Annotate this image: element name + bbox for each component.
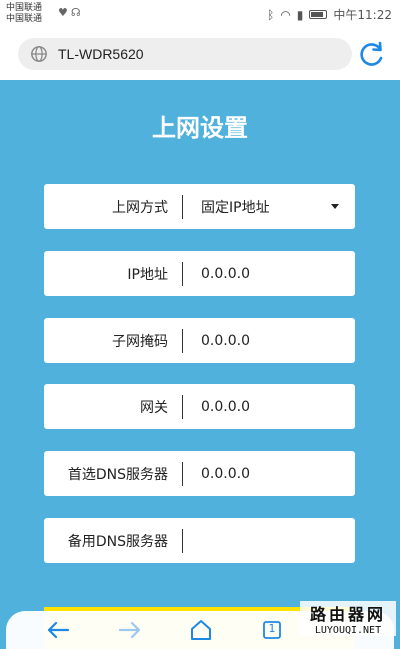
arrow-right-icon [118,621,141,639]
field-label: 子网掩码 [112,333,168,350]
secondary-dns-field[interactable]: 备用DNS服务器 [44,518,355,563]
settings-page: 上网设置 上网方式 固定IP地址 IP地址 0.0.0.0 子网掩码 0.0.0… [0,80,400,649]
field-label: 上网方式 [112,199,168,216]
status-bar: 中国联通 中国联通 ♥ ☊ ᛒ ◠ ▮ 中午11:22 [0,0,400,28]
carrier-info: 中国联通 中国联通 [6,3,42,25]
url-text: TL-WDR5620 [58,46,144,62]
divider [182,328,183,353]
tab-count: 1 [268,622,276,635]
divider [182,461,183,486]
system-indicators: ᛒ ◠ ▮ 中午11:22 [267,6,392,23]
watermark-url: LUYOUQI.NET [314,625,382,636]
carrier-2: 中国联通 [6,14,43,24]
address-bar[interactable]: TL-WDR5620 [18,38,352,70]
battery-icon [309,10,328,19]
tabs-button[interactable]: 1 [258,617,286,643]
watermark-title: 路由器网 [309,605,386,624]
gateway-value: 0.0.0.0 [201,398,250,415]
primary-dns-field[interactable]: 首选DNS服务器 0.0.0.0 [44,451,355,496]
dropdown-arrow-icon [331,204,339,209]
divider [182,261,183,286]
page-title: 上网设置 [152,114,248,142]
site-watermark: 路由器网 LUYOUQI.NET [300,601,396,636]
signal-icon: ▮ [296,7,304,22]
subnet-mask-field[interactable]: 子网掩码 0.0.0.0 [44,318,355,363]
primary-dns-value: 0.0.0.0 [201,465,250,482]
wifi-icon: ◠ [280,7,291,22]
connection-type-value: 固定IP地址 [201,199,270,216]
home-icon [191,620,211,640]
headset-icon: ☊ [70,6,81,19]
connection-type-select[interactable]: 上网方式 固定IP地址 [44,184,355,229]
back-button[interactable] [44,617,72,643]
field-label: 首选DNS服务器 [67,466,168,483]
refresh-icon[interactable] [358,40,386,68]
field-label: IP地址 [127,266,168,283]
globe-icon [31,46,47,62]
gateway-field[interactable]: 网关 0.0.0.0 [44,384,355,429]
field-label: 备用DNS服务器 [67,533,168,550]
heart-icon: ♥ [58,6,68,19]
ip-address-value: 0.0.0.0 [201,265,250,282]
notification-icons: ♥ ☊ [58,6,84,19]
field-label: 网关 [140,399,168,416]
home-button[interactable] [187,617,215,643]
divider [182,394,183,419]
browser-toolbar: TL-WDR5620 [0,28,400,80]
divider [182,528,183,553]
carrier-1: 中国联通 [6,3,43,13]
divider [182,194,183,219]
clock: 中午11:22 [333,8,392,22]
bluetooth-icon: ᛒ [267,7,275,22]
subnet-mask-value: 0.0.0.0 [201,332,250,349]
arrow-left-icon [47,621,70,639]
ip-address-field[interactable]: IP地址 0.0.0.0 [44,251,355,296]
forward-button[interactable] [116,617,144,643]
